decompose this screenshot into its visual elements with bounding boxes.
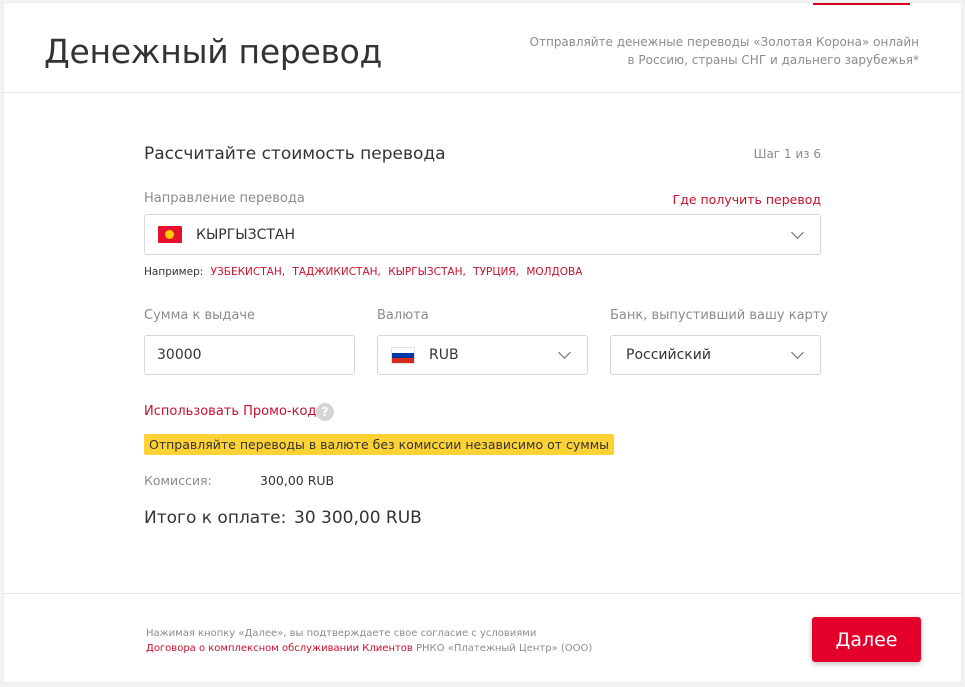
example-turkey[interactable]: ТУРЦИЯ, xyxy=(473,266,519,278)
currency-select[interactable]: RUB xyxy=(377,335,588,375)
direction-value: КЫРГЫЗСТАН xyxy=(196,227,296,243)
no-commission-banner: Отправляйте переводы в валюте без комисс… xyxy=(144,434,614,455)
direction-label: Направление перевода xyxy=(144,191,305,206)
currency-label: Валюта xyxy=(377,308,429,323)
footer-divider xyxy=(4,593,963,594)
russia-flag-icon xyxy=(391,347,415,364)
kyrgyzstan-flag-icon xyxy=(158,226,182,243)
promo-code-link[interactable]: Использовать Промо-код xyxy=(144,404,316,419)
section-title: Рассчитайте стоимость перевода xyxy=(144,144,446,164)
direction-select[interactable]: КЫРГЫЗСТАН xyxy=(144,214,821,255)
next-button[interactable]: Далее xyxy=(812,617,921,662)
example-tajikistan[interactable]: ТАДЖИКИСТАН, xyxy=(292,266,380,278)
active-tab-indicator xyxy=(813,3,910,5)
chevron-down-icon xyxy=(791,226,804,239)
page-tagline: Отправляйте денежные переводы «Золотая К… xyxy=(529,35,919,67)
chevron-down-icon xyxy=(558,346,571,359)
consent-text: Нажимая кнопку «Далее», вы подтверждаете… xyxy=(146,626,592,656)
contract-link[interactable]: Договора о комплексном обслуживании Клие… xyxy=(146,643,413,654)
commission-value: 300,00 RUB xyxy=(260,473,335,488)
consent-suffix: РНКО «Платежный Центр» (ООО) xyxy=(412,643,593,654)
consent-line-2: Договора о комплексном обслуживании Клие… xyxy=(146,641,592,656)
example-uzbekistan[interactable]: УЗБЕКИСТАН, xyxy=(211,266,285,278)
total-label: Итого к оплате: xyxy=(144,508,287,528)
chevron-down-icon xyxy=(791,346,804,359)
examples-label: Например: xyxy=(144,266,204,278)
amount-input[interactable] xyxy=(144,335,355,375)
page-title: Денежный перевод xyxy=(44,32,383,71)
currency-value: RUB xyxy=(429,347,459,363)
bank-label: Банк, выпустивший вашу карту xyxy=(610,308,829,323)
question-mark-icon[interactable]: ? xyxy=(316,403,334,421)
consent-line: Нажимая кнопку «Далее», вы подтверждаете… xyxy=(146,628,537,639)
total-value: 30 300,00 RUB xyxy=(294,508,422,528)
example-moldova[interactable]: МОЛДОВА xyxy=(526,266,582,278)
commission-label: Комиссия: xyxy=(144,473,212,488)
direction-examples: Например: УЗБЕКИСТАН, ТАДЖИКИСТАН, КЫРГЫ… xyxy=(144,266,582,278)
transfer-card: Денежный перевод Отправляйте денежные пе… xyxy=(3,2,963,683)
header-divider xyxy=(4,92,963,93)
bank-select[interactable]: Российский xyxy=(610,335,821,375)
example-kyrgyzstan[interactable]: КЫРГЫЗСТАН, xyxy=(388,266,466,278)
bank-value: Российский xyxy=(626,347,711,363)
where-to-receive-link[interactable]: Где получить перевод xyxy=(673,192,821,207)
amount-label: Сумма к выдаче xyxy=(144,308,256,323)
step-indicator: Шаг 1 из 6 xyxy=(753,147,821,161)
